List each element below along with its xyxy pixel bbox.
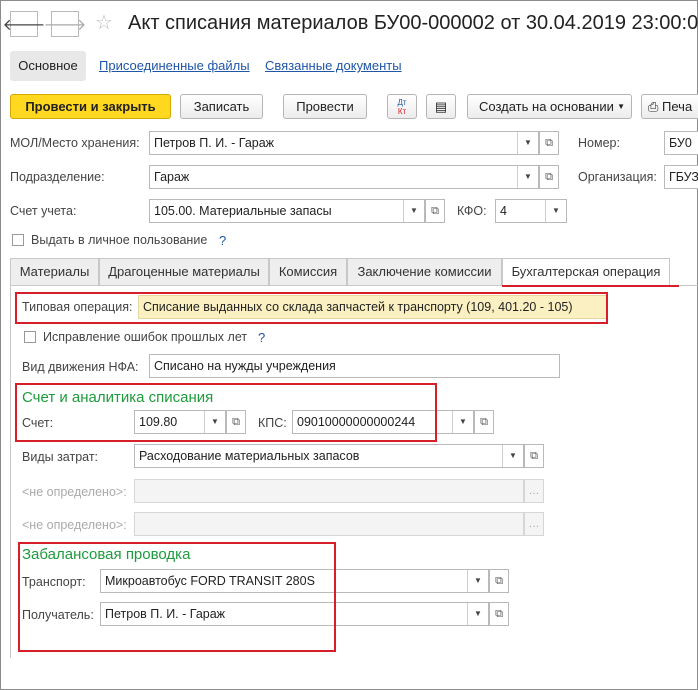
tab-commission[interactable]: Комиссия [269, 258, 347, 285]
tab-precious-materials[interactable]: Драгоценные материалы [99, 258, 269, 285]
cost-value: Расходование материальных запасов [139, 449, 360, 463]
open-icon[interactable]: ⧉ [489, 569, 509, 593]
help-icon[interactable]: ? [258, 330, 265, 345]
chevron-down-icon[interactable]: ▼ [403, 200, 424, 222]
dept-label: Подразделение: [10, 170, 105, 184]
org-field[interactable]: ГБУЗ [664, 165, 698, 189]
open-icon[interactable]: ⧉ [524, 444, 544, 468]
mol-label: МОЛ/Место хранения: [10, 136, 140, 150]
highlight-box-writeoff [15, 383, 437, 442]
print-label: Печа [662, 99, 693, 114]
personal-use-checkbox[interactable] [12, 234, 24, 246]
account-label: Счет учета: [10, 204, 77, 218]
post-and-close-button[interactable]: Провести и закрыть [10, 94, 171, 119]
dept-value: Гараж [154, 170, 190, 184]
chevron-down-icon[interactable]: ▼ [517, 166, 538, 188]
kt-label: Кт [397, 107, 407, 116]
chevron-down-icon[interactable]: ▼ [467, 570, 488, 592]
fix-errors-label: Исправление ошибок прошлых лет [43, 330, 248, 344]
chevron-down-icon[interactable]: ▼ [452, 411, 473, 433]
dt-label: Дт [397, 98, 407, 107]
undefined2-field [134, 512, 524, 536]
dept-field[interactable]: Гараж ▼ [149, 165, 539, 189]
mol-value: Петров П. И. - Гараж [154, 136, 275, 150]
open-icon[interactable]: ⧉ [474, 410, 494, 434]
tab-commission-conclusion[interactable]: Заключение комиссии [347, 258, 502, 285]
tab-attached-files[interactable]: Присоединенные файлы [99, 51, 250, 81]
org-label: Организация: [578, 170, 657, 184]
account-field[interactable]: 105.00. Материальные запасы ▼ [149, 199, 425, 223]
open-icon[interactable]: ⧉ [425, 199, 445, 223]
undefined1-label: <не определено>: [22, 485, 127, 499]
open-icon[interactable]: ⧉ [539, 165, 559, 189]
tab-accounting-operation[interactable]: Бухгалтерская операция [502, 258, 670, 286]
star-icon[interactable]: ☆ [95, 10, 113, 35]
account-value: 105.00. Материальные запасы [154, 204, 332, 218]
save-button[interactable]: Записать [180, 94, 263, 119]
print-button[interactable]: ⎙ Печа [641, 94, 698, 119]
ellipsis-icon: … [524, 479, 544, 503]
cost-field[interactable]: Расходование материальных запасов ▼ [134, 444, 524, 468]
chevron-down-icon[interactable]: ▼ [502, 445, 523, 467]
forward-button[interactable]: 🡒 [44, 11, 86, 37]
create-based-on-button[interactable]: Создать на основании ▼ [467, 94, 632, 119]
arrow-left-icon: 🡐 [2, 16, 46, 34]
number-field[interactable]: БУ0 [664, 131, 698, 155]
kfo-value: 4 [500, 204, 507, 218]
open-icon[interactable]: ⧉ [539, 131, 559, 155]
highlight-box-offbalance [18, 542, 336, 652]
cost-label: Виды затрат: [22, 450, 99, 464]
mol-field[interactable]: Петров П. И. - Гараж ▼ [149, 131, 539, 155]
tab-main[interactable]: Основное [10, 51, 86, 81]
chevron-down-icon[interactable]: ▼ [545, 200, 566, 222]
chevron-down-icon[interactable]: ▼ [517, 132, 538, 154]
arrow-right-icon: 🡒 [43, 16, 87, 34]
dtkt-button[interactable]: Дт Кт [387, 94, 417, 119]
kfo-label: КФО: [457, 204, 487, 218]
help-icon[interactable]: ? [219, 233, 226, 248]
back-button[interactable]: 🡐 [3, 11, 45, 37]
document-list-button[interactable]: ▤ [426, 94, 456, 119]
list-icon: ▤ [434, 99, 448, 114]
fix-errors-checkbox[interactable] [24, 331, 36, 343]
create-based-on-label: Создать на основании [479, 99, 614, 114]
personal-use-label: Выдать в личное пользование [31, 233, 208, 247]
chevron-down-icon: ▼ [617, 102, 625, 111]
undefined2-label: <не определено>: [22, 518, 127, 532]
ellipsis-icon: … [524, 512, 544, 536]
nfa-field[interactable]: Списано на нужды учреждения [149, 354, 560, 378]
undefined1-field [134, 479, 524, 503]
nfa-label: Вид движения НФА: [22, 360, 139, 374]
post-button[interactable]: Провести [283, 94, 367, 119]
highlight-box-operation [15, 292, 608, 324]
open-icon[interactable]: ⧉ [489, 602, 509, 626]
kfo-field[interactable]: 4 ▼ [495, 199, 567, 223]
number-label: Номер: [578, 136, 620, 150]
printer-icon: ⎙ [648, 99, 659, 114]
page-title: Акт списания материалов БУ00-000002 от 3… [128, 12, 698, 34]
tab-materials[interactable]: Материалы [10, 258, 99, 285]
tab-related-docs[interactable]: Связанные документы [265, 51, 402, 81]
chevron-down-icon[interactable]: ▼ [467, 603, 488, 625]
